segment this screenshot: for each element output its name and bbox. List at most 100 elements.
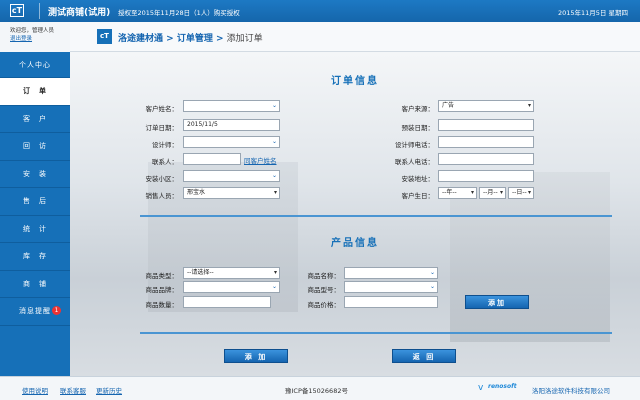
birthday-year-select[interactable]: --年-- ▾ <box>438 187 477 199</box>
order-info-title: 订单信息 <box>331 76 379 87</box>
chevron-down-icon: ▾ <box>499 189 503 196</box>
logout-link[interactable]: 退出登录 <box>10 35 70 43</box>
app-logo: cT <box>6 3 40 19</box>
product-type-label: 商品类型： <box>145 272 179 280</box>
product-type-select[interactable]: --请选择-- ▾ <box>183 267 280 279</box>
install-address-input[interactable] <box>438 170 534 182</box>
sidebar-item-personal-center[interactable]: 个人中心 <box>0 52 70 78</box>
icp-record: 豫ICP备15026682号 <box>285 387 348 395</box>
license-text: 授权至2015年11月28日（1人）购买授权 <box>118 9 240 17</box>
app-logo-icon: cT <box>97 29 112 44</box>
welcome-text: 欢迎您，管理人员 <box>10 28 55 34</box>
order-date-input[interactable]: 2015/11/5 <box>183 119 280 131</box>
sidebar-item-messages[interactable]: 消息提醒 1 <box>0 298 70 326</box>
brand-v-icon: v <box>478 383 484 393</box>
chevron-down-icon: ▾ <box>273 189 277 196</box>
breadcrumb-separator: > <box>212 34 227 44</box>
designer-select[interactable]: ⌄ <box>183 136 280 148</box>
sidebar-item-installation[interactable]: 安 装 <box>0 161 70 188</box>
designer-label: 设计师： <box>152 141 178 149</box>
logo-mark-icon: cT <box>10 4 24 17</box>
order-date-label: 订单日期： <box>145 124 179 132</box>
sidebar-item-customers[interactable]: 客 户 <box>0 106 70 133</box>
contact-input[interactable] <box>183 153 241 165</box>
footer-contact-link[interactable]: 联系客服 <box>60 385 86 395</box>
breadcrumb-root[interactable]: 洛途建材通 <box>118 34 163 44</box>
current-date: 2015年11月5日 星期四 <box>557 9 628 17</box>
footer-history-link[interactable]: 更新历史 <box>96 385 122 395</box>
add-product-button[interactable]: 添加 <box>465 295 529 309</box>
product-name-select[interactable]: ⌄ <box>344 267 438 279</box>
message-count-badge: 1 <box>52 306 61 315</box>
birthday-day-value: --日-- <box>512 189 527 196</box>
breadcrumb-bar: cT 洛途建材通 > 订单管理 > 添加订单 <box>70 22 640 52</box>
chevron-down-icon: ⌄ <box>429 283 435 290</box>
sidebar-item-orders[interactable]: 订 单 <box>0 78 70 106</box>
product-info-title: 产品信息 <box>331 238 379 249</box>
app-title: 测试商铺(试用) <box>48 8 111 18</box>
sidebar-item-shop[interactable]: 商 铺 <box>0 271 70 298</box>
community-label: 安装小区： <box>145 175 179 183</box>
customer-name-label: 客户姓名： <box>145 105 179 113</box>
section-divider <box>140 332 612 334</box>
product-brand-select[interactable]: ⌄ <box>183 281 280 293</box>
customer-source-select[interactable]: 广告 ▾ <box>438 100 534 112</box>
birthday-month-select[interactable]: --月-- ▾ <box>479 187 506 199</box>
sidebar-item-statistics[interactable]: 统 计 <box>0 216 70 243</box>
chevron-down-icon: ▾ <box>470 189 474 196</box>
customer-birthday-label: 客户生日： <box>401 192 435 200</box>
customer-source-value: 广告 <box>442 102 455 109</box>
product-model-select[interactable]: ⌄ <box>344 281 438 293</box>
customer-name-select[interactable]: ⌄ <box>183 100 280 112</box>
chevron-down-icon: ▾ <box>527 102 531 109</box>
chevron-down-icon: ▾ <box>527 189 531 196</box>
birthday-month-value: --月-- <box>483 189 498 196</box>
breadcrumb-order-management[interactable]: 订单管理 <box>177 34 213 44</box>
same-as-customer-link[interactable]: 同客户姓名 <box>244 155 277 165</box>
customer-source-label: 客户来源： <box>401 105 435 113</box>
footer-help-link[interactable]: 使用说明 <box>22 385 48 395</box>
chevron-down-icon: ⌄ <box>271 172 277 179</box>
brand-name: renosoft <box>488 383 517 390</box>
contact-phone-input[interactable] <box>438 153 534 165</box>
chevron-down-icon: ⌄ <box>271 102 277 109</box>
chevron-down-icon: ▾ <box>273 269 277 276</box>
sales-person-label: 销售人员： <box>145 192 179 200</box>
designer-phone-label: 设计师电话： <box>395 141 434 149</box>
main-content: 订单信息 客户姓名： ⌄ 订单日期： 2015/11/5 设计师： ⌄ 联系人：… <box>70 52 640 376</box>
submit-order-button[interactable]: 添 加 <box>224 349 288 363</box>
sidebar: 欢迎您，管理人员 退出登录 个人中心 订 单 客 户 回 访 安 装 售 后 统… <box>0 22 70 376</box>
sidebar-item-after-sales[interactable]: 售 后 <box>0 188 70 216</box>
chevron-down-icon: ⌄ <box>271 283 277 290</box>
section-divider <box>140 215 612 217</box>
company-name: 洛阳洛途软件科技有限公司 <box>532 387 610 395</box>
contact-phone-label: 联系人电话： <box>395 158 434 166</box>
product-model-label: 商品型号： <box>307 286 341 294</box>
community-select[interactable]: ⌄ <box>183 170 280 182</box>
birthday-day-select[interactable]: --日-- ▾ <box>508 187 534 199</box>
install-date-input[interactable] <box>438 119 534 131</box>
welcome-box: 欢迎您，管理人员 退出登录 <box>0 22 70 52</box>
sales-person-select[interactable]: 邢宝水 ▾ <box>183 187 280 199</box>
breadcrumb-current: 添加订单 <box>226 34 263 44</box>
product-qty-input[interactable] <box>183 296 271 308</box>
product-type-value: --请选择-- <box>187 269 214 276</box>
install-date-label: 预装日期： <box>401 124 435 132</box>
contact-label: 联系人： <box>152 158 178 166</box>
product-name-label: 商品名称： <box>307 272 341 280</box>
product-brand-label: 商品品牌： <box>145 286 179 294</box>
breadcrumb-separator: > <box>163 34 177 44</box>
product-price-label: 商品价格： <box>307 301 341 309</box>
top-bar: cT 测试商铺(试用) 授权至2015年11月28日（1人）购买授权 2015年… <box>0 0 640 22</box>
sidebar-item-follow-up[interactable]: 回 访 <box>0 133 70 161</box>
sidebar-item-inventory[interactable]: 库 存 <box>0 243 70 271</box>
sidebar-item-label: 消息提醒 <box>19 307 51 315</box>
back-button[interactable]: 返 回 <box>392 349 456 363</box>
designer-phone-input[interactable] <box>438 136 534 148</box>
sales-person-value: 邢宝水 <box>187 189 206 196</box>
sidebar-nav: 个人中心 订 单 客 户 回 访 安 装 售 后 统 计 库 存 商 铺 消息提… <box>0 52 70 326</box>
chevron-down-icon: ⌄ <box>271 138 277 145</box>
install-address-label: 安装地址： <box>401 175 435 183</box>
product-price-input[interactable] <box>344 296 438 308</box>
footer: 使用说明 联系客服 更新历史 豫ICP备15026682号 v renosoft… <box>0 376 640 400</box>
